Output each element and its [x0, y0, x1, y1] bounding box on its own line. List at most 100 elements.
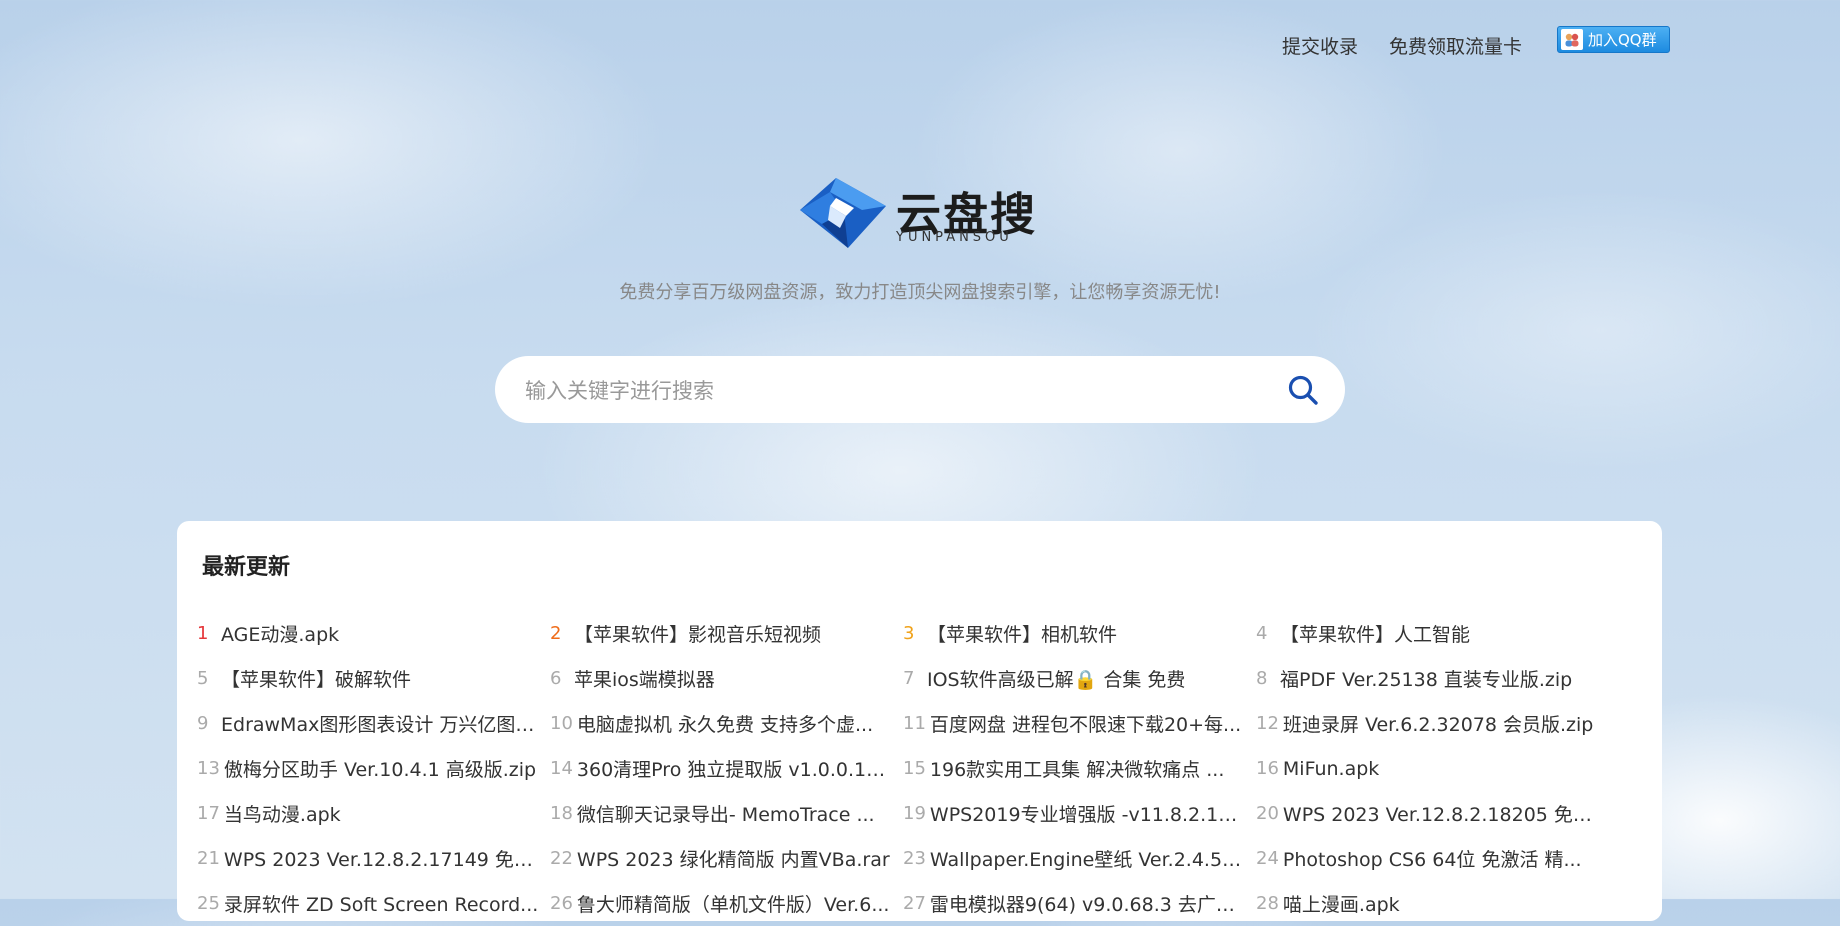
list-item[interactable]: 2 【苹果软件】影视音乐短视频	[550, 611, 903, 656]
list-item-title[interactable]: 喵上漫画.apk	[1283, 890, 1400, 917]
list-item-title[interactable]: 苹果ios端模拟器	[574, 665, 715, 692]
list-item-rank: 19	[903, 803, 926, 824]
list-item[interactable]: 21 WPS 2023 Ver.12.8.2.17149 免激...	[197, 836, 550, 881]
search-box	[495, 356, 1345, 425]
list-item[interactable]: 4 【苹果软件】人工智能	[1256, 611, 1609, 656]
list-item[interactable]: 22 WPS 2023 绿化精简版 内置VBa.rar	[550, 836, 903, 881]
list-item[interactable]: 10 电脑虚拟机 永久免费 支持多个虚...	[550, 701, 903, 746]
list-item-rank: 20	[1256, 803, 1279, 824]
list-item-title[interactable]: 【苹果软件】破解软件	[221, 665, 411, 692]
list-item-title[interactable]: 微信聊天记录导出- MemoTrace ...	[577, 800, 875, 827]
list-item[interactable]: 24 Photoshop CS6 64位 免激活 精...	[1256, 836, 1609, 881]
list-item[interactable]: 27 雷电模拟器9(64) v9.0.68.3 去广告...	[903, 881, 1256, 926]
list-item[interactable]: 18 微信聊天记录导出- MemoTrace ...	[550, 791, 903, 836]
top-nav: 提交收录 免费领取流量卡 加入QQ群	[0, 26, 1840, 62]
list-item-title[interactable]: Photoshop CS6 64位 免激活 精...	[1283, 845, 1582, 872]
list-item-rank: 14	[550, 758, 573, 779]
site-logo[interactable]: 云盘搜 YUNPANSOU	[800, 176, 1040, 252]
list-item-title[interactable]: 当鸟动漫.apk	[224, 800, 341, 827]
list-item-title[interactable]: 电脑虚拟机 永久免费 支持多个虚...	[577, 710, 873, 737]
list-item[interactable]: 1 AGE动漫.apk	[197, 611, 550, 656]
tagline: 免费分享百万级网盘资源，致力打造顶尖网盘搜索引擎，让您畅享资源无忧!	[619, 282, 1221, 303]
search-icon[interactable]	[1287, 374, 1319, 406]
search-input[interactable]	[523, 356, 1267, 425]
list-item-title[interactable]: 班迪录屏 Ver.6.2.32078 会员版.zip	[1283, 710, 1593, 737]
list-item-title[interactable]: IOS软件高级已解🔒 合集 免费	[927, 665, 1185, 692]
list-item-title[interactable]: 福PDF Ver.25138 直装专业版.zip	[1280, 665, 1572, 692]
list-item[interactable]: 13 傲梅分区助手 Ver.10.4.1 高级版.zip	[197, 746, 550, 791]
list-item[interactable]: 5 【苹果软件】破解软件	[197, 656, 550, 701]
list-item-title[interactable]: WPS 2023 绿化精简版 内置VBa.rar	[577, 845, 890, 872]
list-item-title[interactable]: 360清理Pro 独立提取版 v1.0.0.10...	[577, 755, 892, 782]
list-item-rank: 16	[1256, 758, 1279, 779]
list-item-rank: 1	[197, 623, 209, 644]
list-item-rank: 24	[1256, 848, 1279, 869]
list-item-title[interactable]: 雷电模拟器9(64) v9.0.68.3 去广告...	[930, 890, 1245, 917]
submit-link[interactable]: 提交收录	[1282, 32, 1358, 59]
list-item-rank: 10	[550, 713, 573, 734]
list-item-rank: 22	[550, 848, 573, 869]
list-item-title[interactable]: 录屏软件 ZD Soft Screen Record...	[224, 890, 538, 917]
list-item-rank: 21	[197, 848, 220, 869]
list-item-title[interactable]: EdrawMax图形图表设计 万兴亿图 ...	[221, 710, 536, 737]
list-item-rank: 3	[903, 623, 915, 644]
list-item-title[interactable]: MiFun.apk	[1283, 758, 1379, 780]
list-item[interactable]: 23 Wallpaper.Engine壁纸 Ver.2.4.55...	[903, 836, 1256, 881]
list-item[interactable]: 15 196款实用工具集 解决微软痛点 ...	[903, 746, 1256, 791]
free-sim-card-link[interactable]: 免费领取流量卡	[1389, 32, 1522, 59]
list-item[interactable]: 12 班迪录屏 Ver.6.2.32078 会员版.zip	[1256, 701, 1609, 746]
list-item-title[interactable]: WPS 2023 Ver.12.8.2.18205 免激...	[1283, 800, 1598, 827]
list-item-title[interactable]: 【苹果软件】相机软件	[927, 620, 1117, 647]
list-item-rank: 25	[197, 893, 220, 914]
list-item-rank: 27	[903, 893, 926, 914]
list-item-title[interactable]: 196款实用工具集 解决微软痛点 ...	[930, 755, 1224, 782]
logo-icon	[800, 178, 886, 248]
latest-updates-title: 最新更新	[202, 555, 291, 580]
list-item-rank: 28	[1256, 893, 1279, 914]
list-item-rank: 4	[1256, 623, 1268, 644]
list-item-rank: 7	[903, 668, 915, 689]
list-item-rank: 6	[550, 668, 562, 689]
list-item-rank: 2	[550, 623, 562, 644]
list-item[interactable]: 8 福PDF Ver.25138 直装专业版.zip	[1256, 656, 1609, 701]
list-item-title[interactable]: 【苹果软件】人工智能	[1280, 620, 1470, 647]
list-item-title[interactable]: Wallpaper.Engine壁纸 Ver.2.4.55...	[930, 845, 1245, 872]
list-item-title[interactable]: 百度网盘 进程包不限速下载20+每...	[930, 710, 1241, 737]
list-item[interactable]: 28 喵上漫画.apk	[1256, 881, 1609, 926]
qq-icon	[1561, 29, 1583, 50]
list-item-rank: 11	[903, 713, 926, 734]
join-qq-group-label: 加入QQ群	[1588, 31, 1657, 49]
list-item[interactable]: 3 【苹果软件】相机软件	[903, 611, 1256, 656]
list-item-rank: 5	[197, 668, 209, 689]
list-item[interactable]: 19 WPS2019专业增强版 -v11.8.2.12...	[903, 791, 1256, 836]
list-item[interactable]: 9 EdrawMax图形图表设计 万兴亿图 ...	[197, 701, 550, 746]
list-item-title[interactable]: 鲁大师精简版（单机文件版）Ver.6...	[577, 890, 890, 917]
list-item-rank: 18	[550, 803, 573, 824]
list-item[interactable]: 6 苹果ios端模拟器	[550, 656, 903, 701]
list-item-rank: 13	[197, 758, 220, 779]
list-item[interactable]: 16 MiFun.apk	[1256, 746, 1609, 791]
list-item-title[interactable]: WPS2019专业增强版 -v11.8.2.12...	[930, 800, 1245, 827]
list-item-rank: 12	[1256, 713, 1279, 734]
list-item[interactable]: 17 当鸟动漫.apk	[197, 791, 550, 836]
list-item-rank: 26	[550, 893, 573, 914]
list-item-title[interactable]: WPS 2023 Ver.12.8.2.17149 免激...	[224, 845, 539, 872]
list-item[interactable]: 26 鲁大师精简版（单机文件版）Ver.6...	[550, 881, 903, 926]
list-item-rank: 8	[1256, 668, 1268, 689]
list-item-rank: 17	[197, 803, 220, 824]
latest-updates-list: 1 AGE动漫.apk 2 【苹果软件】影视音乐短视频 3 【苹果软件】相机软件 4 【苹果软…	[197, 611, 1637, 926]
list-item-rank: 23	[903, 848, 926, 869]
list-item[interactable]: 20 WPS 2023 Ver.12.8.2.18205 免激...	[1256, 791, 1609, 836]
list-item[interactable]: 14 360清理Pro 独立提取版 v1.0.0.10...	[550, 746, 903, 791]
join-qq-group-button[interactable]: 加入QQ群	[1557, 26, 1670, 53]
latest-updates-panel: 最新更新 1 AGE动漫.apk 2 【苹果软件】影视音乐短视频 3 【苹果软件】相机软件…	[177, 521, 1662, 921]
list-item[interactable]: 11 百度网盘 进程包不限速下载20+每...	[903, 701, 1256, 746]
list-item-title[interactable]: AGE动漫.apk	[221, 620, 339, 647]
list-item-rank: 9	[197, 713, 209, 734]
list-item[interactable]: 7 IOS软件高级已解🔒 合集 免费	[903, 656, 1256, 701]
logo-subtitle: YUNPANSOU	[896, 230, 1013, 245]
list-item-title[interactable]: 傲梅分区助手 Ver.10.4.1 高级版.zip	[224, 755, 536, 782]
list-item-rank: 15	[903, 758, 926, 779]
list-item[interactable]: 25 录屏软件 ZD Soft Screen Record...	[197, 881, 550, 926]
list-item-title[interactable]: 【苹果软件】影视音乐短视频	[574, 620, 821, 647]
